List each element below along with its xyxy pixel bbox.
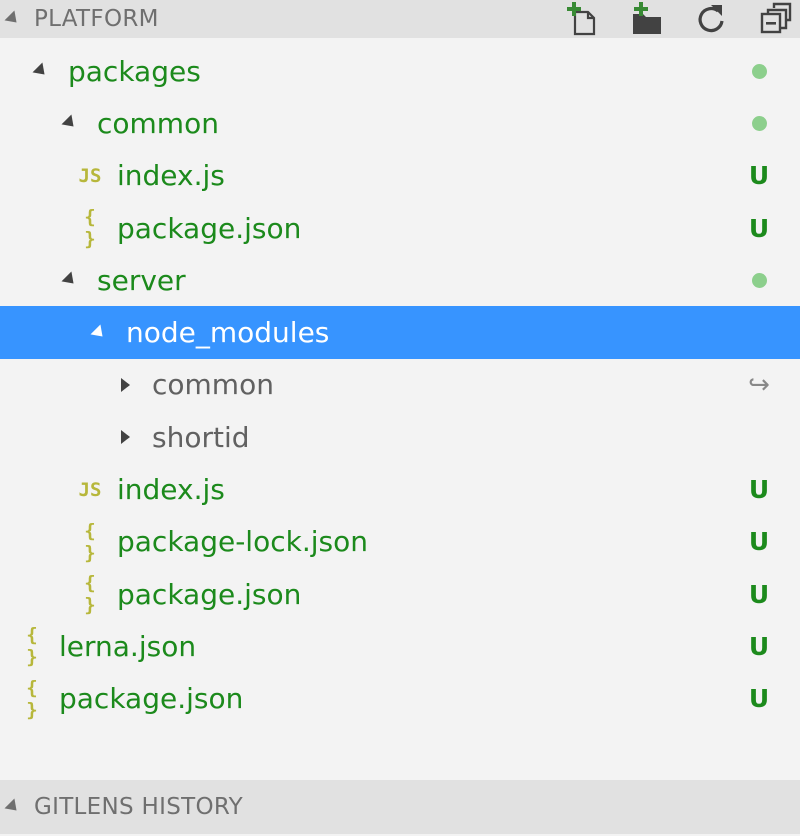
refresh-icon (698, 5, 724, 33)
dot-icon (751, 115, 767, 131)
new-folder-icon (633, 2, 661, 34)
collapse-caret-icon (4, 10, 22, 28)
explorer-toolbar (566, 2, 792, 36)
modified-dot-badge (748, 254, 770, 306)
json-file-icon: { } (26, 676, 38, 721)
untracked-badge-label: U (748, 213, 770, 243)
expanded-twisty-icon[interactable] (61, 114, 79, 132)
untracked-badge-label: U (748, 527, 770, 557)
json-file-icon: { } (84, 519, 96, 564)
js-file-icon: JS (78, 164, 102, 187)
collapse-all-button[interactable] (758, 2, 792, 36)
untracked-badge-label: U (748, 684, 770, 714)
refresh-button[interactable] (694, 2, 728, 36)
tree-folder-row[interactable]: shortid (0, 411, 800, 463)
expanded-twisty-icon[interactable] (90, 324, 108, 342)
collapse-all-icon (760, 2, 792, 34)
tree-item-label: common (152, 368, 274, 402)
tree-item-label: package.json (117, 211, 302, 245)
json-file-icon: { } (26, 624, 38, 669)
tree-item-label: node_modules (126, 316, 330, 350)
tree-file-row[interactable]: { } package.json U (0, 673, 800, 725)
untracked-badge: U (748, 202, 770, 254)
dot-icon (751, 63, 767, 79)
collapsed-twisty-icon[interactable] (121, 430, 130, 445)
tree-folder-row[interactable]: packages (0, 45, 800, 97)
new-folder-button[interactable] (630, 2, 664, 36)
explorer-title: PLATFORM (34, 6, 159, 32)
file-tree: packages common JS index.js U { } package.json… (0, 45, 800, 725)
tree-folder-row[interactable]: node_modules (0, 306, 800, 359)
untracked-badge-label: U (748, 475, 770, 505)
untracked-badge: U (748, 516, 770, 568)
untracked-badge: U (748, 150, 770, 202)
json-file-icon: { } (84, 206, 96, 251)
untracked-badge: U (748, 673, 770, 725)
gitlens-title: GITLENS HISTORY (34, 794, 244, 820)
untracked-badge-label: U (748, 631, 770, 661)
collapsed-twisty-icon[interactable] (121, 377, 130, 392)
symlink-arrow-icon: ↪ (748, 369, 770, 400)
symlink-badge: ↪ (748, 359, 770, 411)
tree-item-label: package.json (59, 682, 244, 716)
untracked-badge-label: U (748, 579, 770, 609)
tree-item-label: index.js (117, 473, 225, 507)
gitlens-section-header[interactable]: GITLENS HISTORY (0, 780, 800, 834)
tree-item-label: package-lock.json (117, 525, 368, 559)
expanded-twisty-icon[interactable] (61, 271, 79, 289)
js-file-icon: JS (78, 478, 102, 501)
untracked-badge: U (748, 463, 770, 515)
tree-file-row[interactable]: { } lerna.json U (0, 620, 800, 672)
dot-icon (751, 272, 767, 288)
modified-dot-badge (748, 97, 770, 149)
json-file-icon: { } (84, 572, 96, 617)
expanded-twisty-icon[interactable] (32, 62, 50, 80)
tree-file-row[interactable]: { } package.json U (0, 202, 800, 254)
tree-file-row[interactable]: { } package.json U (0, 568, 800, 620)
new-file-icon (567, 2, 596, 36)
tree-file-row[interactable]: { } package-lock.json U (0, 516, 800, 568)
tree-item-label: index.js (117, 159, 225, 193)
tree-item-label: server (97, 263, 186, 297)
tree-item-label: shortid (152, 420, 250, 454)
tree-item-label: packages (68, 54, 201, 88)
tree-item-label: common (97, 106, 219, 140)
new-file-button[interactable] (566, 2, 600, 36)
tree-item-label: lerna.json (59, 629, 197, 663)
untracked-badge-label: U (748, 161, 770, 191)
untracked-badge: U (748, 568, 770, 620)
collapse-caret-icon (4, 798, 22, 816)
untracked-badge: U (748, 620, 770, 672)
tree-folder-row[interactable]: common ↪ (0, 359, 800, 411)
explorer-section-header[interactable]: PLATFORM (0, 0, 800, 38)
tree-folder-row[interactable]: server (0, 254, 800, 306)
tree-file-row[interactable]: JS index.js U (0, 150, 800, 202)
modified-dot-badge (748, 45, 770, 97)
tree-folder-row[interactable]: common (0, 97, 800, 149)
tree-file-row[interactable]: JS index.js U (0, 463, 800, 515)
tree-item-label: package.json (117, 577, 302, 611)
